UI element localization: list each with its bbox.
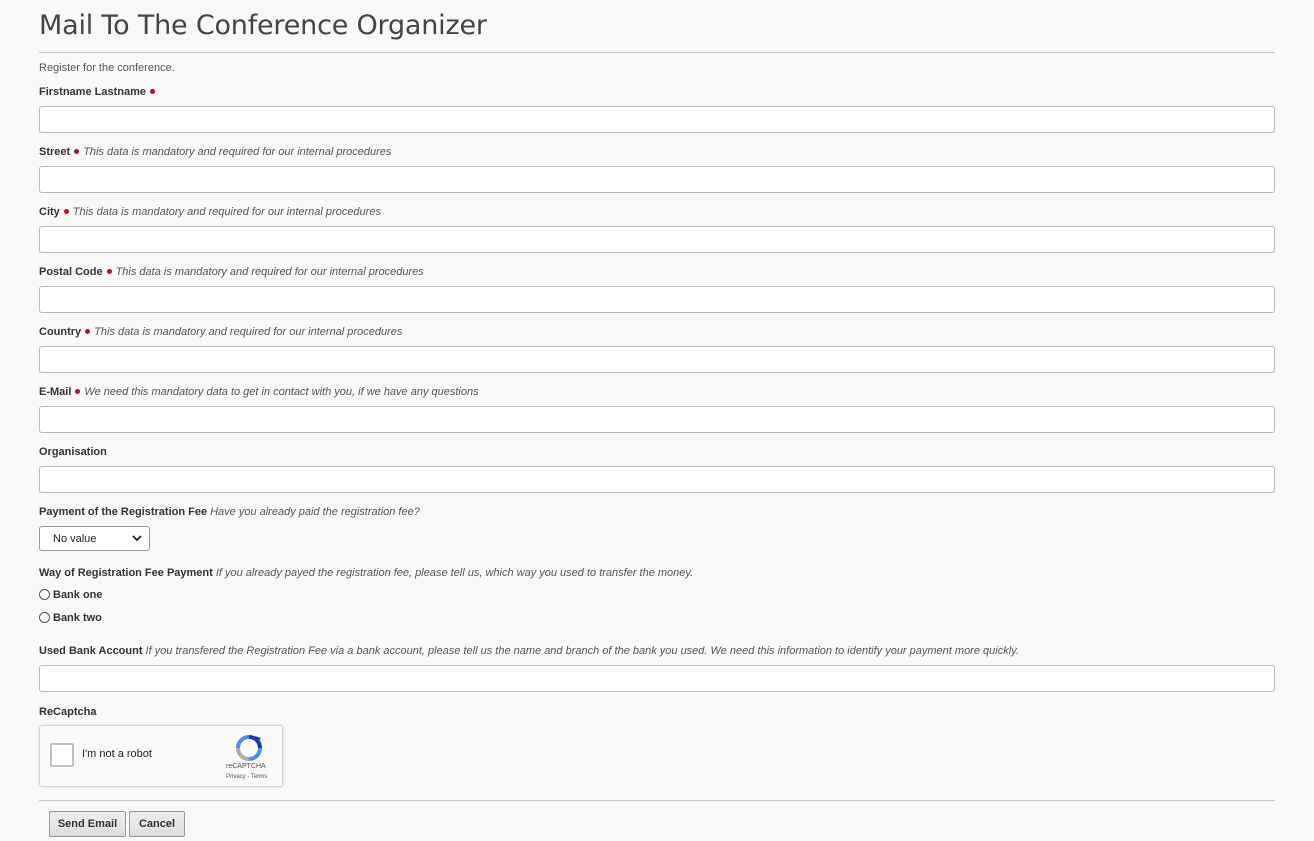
cancel-button[interactable]: Cancel: [129, 811, 185, 837]
street-hint: This data is mandatory and required for …: [83, 146, 392, 158]
payment-select[interactable]: No value: [39, 526, 150, 551]
required-dot-icon: [75, 389, 81, 395]
name-input[interactable]: [39, 106, 1275, 133]
country-input[interactable]: [39, 346, 1275, 373]
radio-circle-icon[interactable]: [39, 612, 50, 623]
required-dot-icon: [149, 89, 155, 95]
bank-account-input[interactable]: [39, 665, 1275, 692]
organisation-input[interactable]: [39, 466, 1275, 493]
page-title: Mail To The Conference Organizer: [39, 10, 487, 41]
payment-hint: Have you already paid the registration f…: [210, 506, 420, 518]
chevron-down-icon: [132, 535, 142, 542]
required-dot-icon: [74, 149, 80, 155]
postal-code-hint: This data is mandatory and required for …: [115, 266, 424, 278]
required-dot-icon: [106, 269, 112, 275]
intro-text: Register for the conference.: [39, 62, 175, 74]
street-label: Street This data is mandatory and require…: [39, 146, 392, 158]
radio-label: Bank two: [53, 612, 102, 624]
recaptcha-checkbox[interactable]: [50, 743, 74, 767]
recaptcha-brand: reCAPTCHA: [226, 763, 266, 770]
recaptcha-label: ReCaptcha: [39, 706, 97, 718]
bank-account-label: Used Bank Account If you transfered the R…: [39, 645, 1019, 657]
send-email-button[interactable]: Send Email: [49, 811, 126, 837]
country-hint: This data is mandatory and required for …: [94, 326, 403, 338]
required-dot-icon: [85, 329, 91, 335]
street-input[interactable]: [39, 166, 1275, 193]
city-label: City This data is mandatory and required …: [39, 206, 381, 218]
required-dot-icon: [63, 209, 69, 215]
radio-label: Bank one: [53, 589, 103, 601]
email-hint: We need this mandatory data to get in co…: [84, 386, 479, 398]
email-input[interactable]: [39, 406, 1275, 433]
radio-circle-icon[interactable]: [39, 589, 50, 600]
title-divider: [39, 52, 1275, 53]
name-label: Firstname Lastname: [39, 86, 159, 98]
recaptcha-links[interactable]: Privacy - Terms: [226, 774, 267, 780]
email-label: E-Mail We need this mandatory data to get…: [39, 386, 479, 398]
recaptcha-widget: I'm not a robot reCAPTCHA Privacy - Term…: [39, 725, 283, 787]
payment-label: Payment of the Registration Fee Have you …: [39, 506, 420, 518]
recaptcha-text: I'm not a robot: [82, 748, 152, 760]
country-label: Country This data is mandatory and requir…: [39, 326, 403, 338]
postal-code-input[interactable]: [39, 286, 1275, 313]
payment-way-label: Way of Registration Fee Payment If you al…: [39, 567, 694, 579]
payment-selected-value: No value: [53, 533, 97, 545]
radio-bank-two[interactable]: Bank two: [39, 612, 102, 624]
postal-code-label: Postal Code This data is mandatory and re…: [39, 266, 424, 278]
city-input[interactable]: [39, 226, 1275, 253]
payment-way-hint: If you already payed the registration fe…: [215, 567, 694, 579]
buttons-divider: [39, 800, 1275, 801]
city-hint: This data is mandatory and required for …: [72, 206, 381, 218]
radio-bank-one[interactable]: Bank one: [39, 589, 103, 601]
bank-account-hint: If you transfered the Registration Fee v…: [145, 645, 1019, 657]
organisation-label: Organisation: [39, 446, 107, 458]
recaptcha-logo-icon: [236, 735, 262, 761]
